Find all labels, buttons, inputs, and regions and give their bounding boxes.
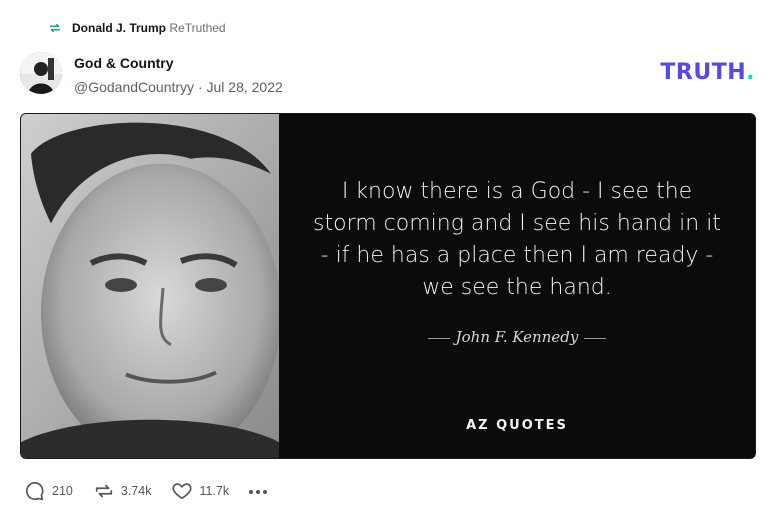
reply-icon bbox=[25, 481, 44, 501]
divider bbox=[584, 337, 607, 339]
more-dot bbox=[249, 490, 254, 494]
like-button[interactable]: 11.7k bbox=[171, 480, 229, 502]
quote-panel: I know there is a God - I see the storm … bbox=[279, 114, 755, 458]
divider bbox=[427, 337, 450, 339]
retruth-icon bbox=[49, 23, 61, 33]
retruth-label: ReTruthed bbox=[169, 21, 226, 35]
quote-line: I know there is a God - I see the bbox=[341, 179, 693, 204]
retruth-count: 3.74k bbox=[120, 484, 152, 498]
quote-author: John F. Kennedy bbox=[279, 328, 755, 346]
retruth-button[interactable]: 3.74k bbox=[93, 480, 152, 502]
reply-button[interactable]: 210 bbox=[24, 480, 73, 502]
retruth-icon bbox=[95, 484, 113, 498]
quote-text: I know there is a God - I see the storm … bbox=[279, 176, 755, 304]
more-dot bbox=[263, 490, 268, 494]
quote-line: we see the hand. bbox=[422, 275, 612, 300]
more-dot bbox=[256, 490, 261, 494]
author-name[interactable]: God & Country bbox=[74, 54, 283, 72]
quote-author-name: John F. Kennedy bbox=[455, 328, 579, 346]
truth-logo[interactable]: TRUTH. bbox=[660, 60, 755, 85]
quote-line: storm coming and I see his hand in it bbox=[313, 211, 721, 236]
more-options-button[interactable] bbox=[249, 488, 268, 494]
post-media[interactable]: I know there is a God - I see the storm … bbox=[20, 113, 756, 459]
truth-logo-dot: . bbox=[746, 60, 755, 85]
avatar[interactable] bbox=[20, 52, 62, 94]
azquotes-watermark: AZ QUOTES bbox=[466, 418, 568, 433]
truth-logo-text: TRUTH bbox=[660, 60, 747, 85]
like-count: 11.7k bbox=[199, 484, 230, 498]
retruth-user[interactable]: Donald J. Trump bbox=[72, 21, 166, 35]
retruth-header: Donald J. Trump ReTruthed bbox=[48, 18, 226, 38]
quote-line: - if he has a place then I am ready - bbox=[320, 243, 714, 268]
post-author: God & Country @GodandCountryy · Jul 28, … bbox=[20, 52, 283, 98]
author-handle-date[interactable]: @GodandCountryy · Jul 28, 2022 bbox=[74, 76, 283, 98]
post-actions: 210 3.74k 11.7k bbox=[24, 480, 268, 502]
reply-count: 210 bbox=[52, 484, 73, 498]
heart-icon bbox=[172, 483, 192, 500]
jfk-portrait-image bbox=[21, 114, 279, 458]
